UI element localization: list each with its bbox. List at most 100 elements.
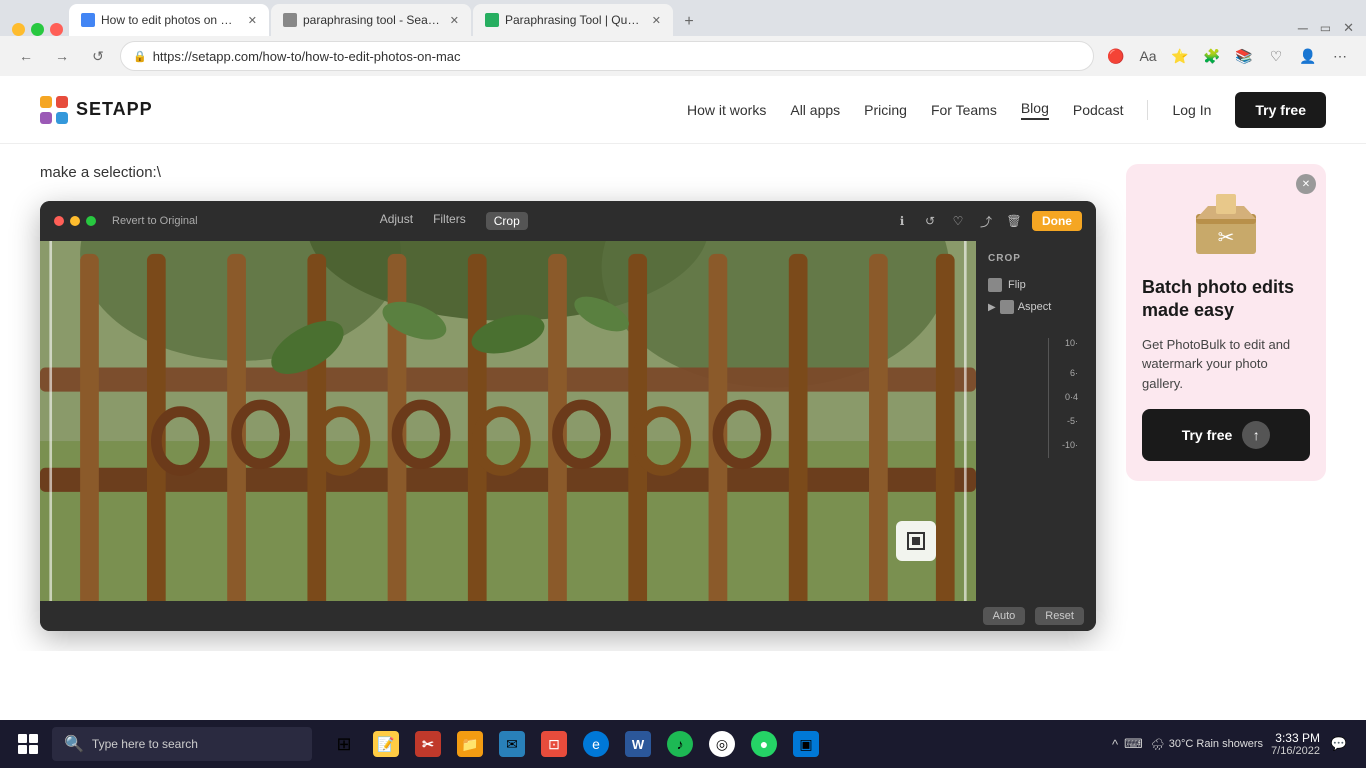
sticky-notes-icon: 📝 [373, 731, 399, 757]
mac-share-icon[interactable]: ⤴ [976, 211, 996, 231]
aspect-option[interactable]: ▶ Aspect [988, 296, 1084, 318]
keyboard-icon[interactable]: ⌨ [1124, 736, 1143, 752]
weather-text: 30°C Rain showers [1169, 738, 1263, 750]
window-controls [12, 23, 63, 36]
taskbar-snipping-tool[interactable]: ✂ [408, 724, 448, 764]
extensions-icon[interactable]: 🧩 [1198, 42, 1226, 70]
up-arrow-icon: ↑ [1253, 427, 1260, 443]
nav-pricing[interactable]: Pricing [864, 102, 907, 118]
ad-description: Get PhotoBulk to edit and watermark your… [1142, 335, 1310, 394]
clock-date: 7/16/2022 [1271, 745, 1320, 757]
taskbar-mail[interactable]: ✉ [492, 724, 532, 764]
taskbar-edge[interactable]: e [576, 724, 616, 764]
back-button[interactable]: ← [12, 42, 40, 70]
nav-all-apps[interactable]: All apps [790, 102, 840, 118]
mac-traffic-lights [54, 216, 96, 226]
nav-divider [1147, 100, 1148, 120]
browser-chrome: How to edit photos on Mac 202... ✕ parap… [0, 0, 1366, 76]
mac-minimize-dot[interactable] [70, 216, 80, 226]
forward-button[interactable]: → [48, 42, 76, 70]
mac-rotate-icon[interactable]: ↺ [920, 211, 940, 231]
start-button[interactable] [8, 724, 48, 764]
try-free-header-button[interactable]: Try free [1235, 92, 1326, 128]
aspect-icon [1000, 300, 1014, 314]
favorites-icon[interactable]: ⭐ [1166, 42, 1194, 70]
mac-reset-button[interactable]: Reset [1035, 607, 1084, 625]
ad-try-free-button[interactable]: Try free ↑ [1142, 409, 1310, 461]
more-button[interactable]: ⋯ [1326, 42, 1354, 70]
notification-icon[interactable]: 💬 [1328, 733, 1350, 755]
flip-icon [988, 278, 1002, 292]
taskbar-word[interactable]: W [618, 724, 658, 764]
taskbar-weather[interactable]: 🌧 30°C Rain showers [1151, 738, 1263, 751]
mac-image-area [40, 241, 976, 601]
taskbar-sticky-notes[interactable]: 📝 [366, 724, 406, 764]
browser-toolbar-icons: 🔴 Aa ⭐ 🧩 📚 ♡ 👤 ⋯ [1102, 42, 1354, 70]
taskbar-clock[interactable]: 3:33 PM 7/16/2022 [1271, 731, 1320, 757]
new-tab-button[interactable]: + [675, 8, 703, 36]
nav-how-it-works[interactable]: How it works [687, 102, 766, 118]
main-content: make a selection:\ Revert to Original Ad… [0, 144, 1366, 651]
ruler-6: 6· [1070, 368, 1078, 378]
tab-1[interactable]: How to edit photos on Mac 202... ✕ [69, 4, 269, 36]
read-aloud-icon[interactable]: Aa [1134, 42, 1162, 70]
windows-icon [18, 734, 38, 754]
photobulk-icon: ✂ [1186, 184, 1266, 264]
tab-3[interactable]: Paraphrasing Tool | QuillBot AI ✕ [473, 4, 673, 36]
tab-2[interactable]: paraphrasing tool - Search ✕ [271, 4, 471, 36]
taskbar-file-explorer[interactable]: 📁 [450, 724, 490, 764]
close-button[interactable] [50, 23, 63, 36]
refresh-button[interactable]: ↺ [84, 42, 112, 70]
minimize-button[interactable] [12, 23, 25, 36]
tab-favicon-1 [81, 13, 95, 27]
mac-close-dot[interactable] [54, 216, 64, 226]
win-close-main[interactable]: ✕ [1343, 20, 1354, 36]
word-icon: W [625, 731, 651, 757]
heart-icon[interactable]: ♡ [1262, 42, 1290, 70]
mac-auto-button[interactable]: Auto [983, 607, 1026, 625]
tab-close-3[interactable]: ✕ [652, 14, 661, 27]
mac-revert-button[interactable]: Revert to Original [112, 215, 198, 227]
mac-adjust-tool[interactable]: Adjust [380, 212, 413, 230]
mac-crop-tool[interactable]: Crop [486, 212, 528, 230]
logo-icon [40, 96, 68, 124]
nav-blog[interactable]: Blog [1021, 100, 1049, 120]
taskbar-chrome[interactable]: ◎ [702, 724, 742, 764]
mac-done-button[interactable]: Done [1032, 211, 1082, 231]
mac-info-icon[interactable]: ℹ [892, 211, 912, 231]
nav-for-teams[interactable]: For Teams [931, 102, 997, 118]
tab-close-1[interactable]: ✕ [248, 14, 257, 27]
nav-podcast[interactable]: Podcast [1073, 102, 1124, 118]
taskbar-system-tray: ^ ⌨ 🌧 30°C Rain showers 3:33 PM 7/16/202… [1112, 731, 1358, 757]
edge-icon[interactable]: 🔴 [1102, 42, 1130, 70]
win-minimize[interactable]: ─ [1298, 20, 1308, 36]
crop-handle[interactable] [896, 521, 936, 561]
taskbar-photos[interactable]: ▣ [786, 724, 826, 764]
ad-card: ✕ ✂ Batch photo edits made easy [1126, 164, 1326, 481]
mac-maximize-dot[interactable] [86, 216, 96, 226]
taskbar-spotify[interactable]: ♪ [660, 724, 700, 764]
url-input[interactable]: 🔒 https://setapp.com/how-to/how-to-edit-… [120, 41, 1094, 71]
flip-option[interactable]: Flip [988, 274, 1084, 296]
clock-time: 3:33 PM [1271, 731, 1320, 745]
collections-icon[interactable]: 📚 [1230, 42, 1258, 70]
taskbar-whatsapp[interactable]: ● [744, 724, 784, 764]
refresh-icon: ↺ [92, 48, 104, 65]
mac-heart-icon[interactable]: ♡ [948, 211, 968, 231]
tabs-bar: How to edit photos on Mac 202... ✕ parap… [0, 0, 1366, 36]
win-restore[interactable]: ▭ [1320, 21, 1331, 35]
taskbar-task-view[interactable]: ⊞ [324, 724, 364, 764]
ad-close-button[interactable]: ✕ [1296, 174, 1316, 194]
chevron-up-icon[interactable]: ^ [1112, 737, 1118, 752]
tab-favicon-2 [283, 13, 297, 27]
tab-close-2[interactable]: ✕ [450, 14, 459, 27]
mac-delete-icon[interactable]: 🗑 [1004, 211, 1024, 231]
taskbar-office365[interactable]: ⊡ [534, 724, 574, 764]
profile-icon[interactable]: 👤 [1294, 42, 1322, 70]
setapp-logo[interactable]: SETAPP [40, 96, 153, 124]
log-in-button[interactable]: Log In [1172, 102, 1211, 118]
taskbar-search[interactable]: 🔍 Type here to search [52, 727, 312, 761]
logo-text: SETAPP [76, 99, 153, 120]
mac-filters-tool[interactable]: Filters [433, 212, 466, 230]
maximize-button[interactable] [31, 23, 44, 36]
